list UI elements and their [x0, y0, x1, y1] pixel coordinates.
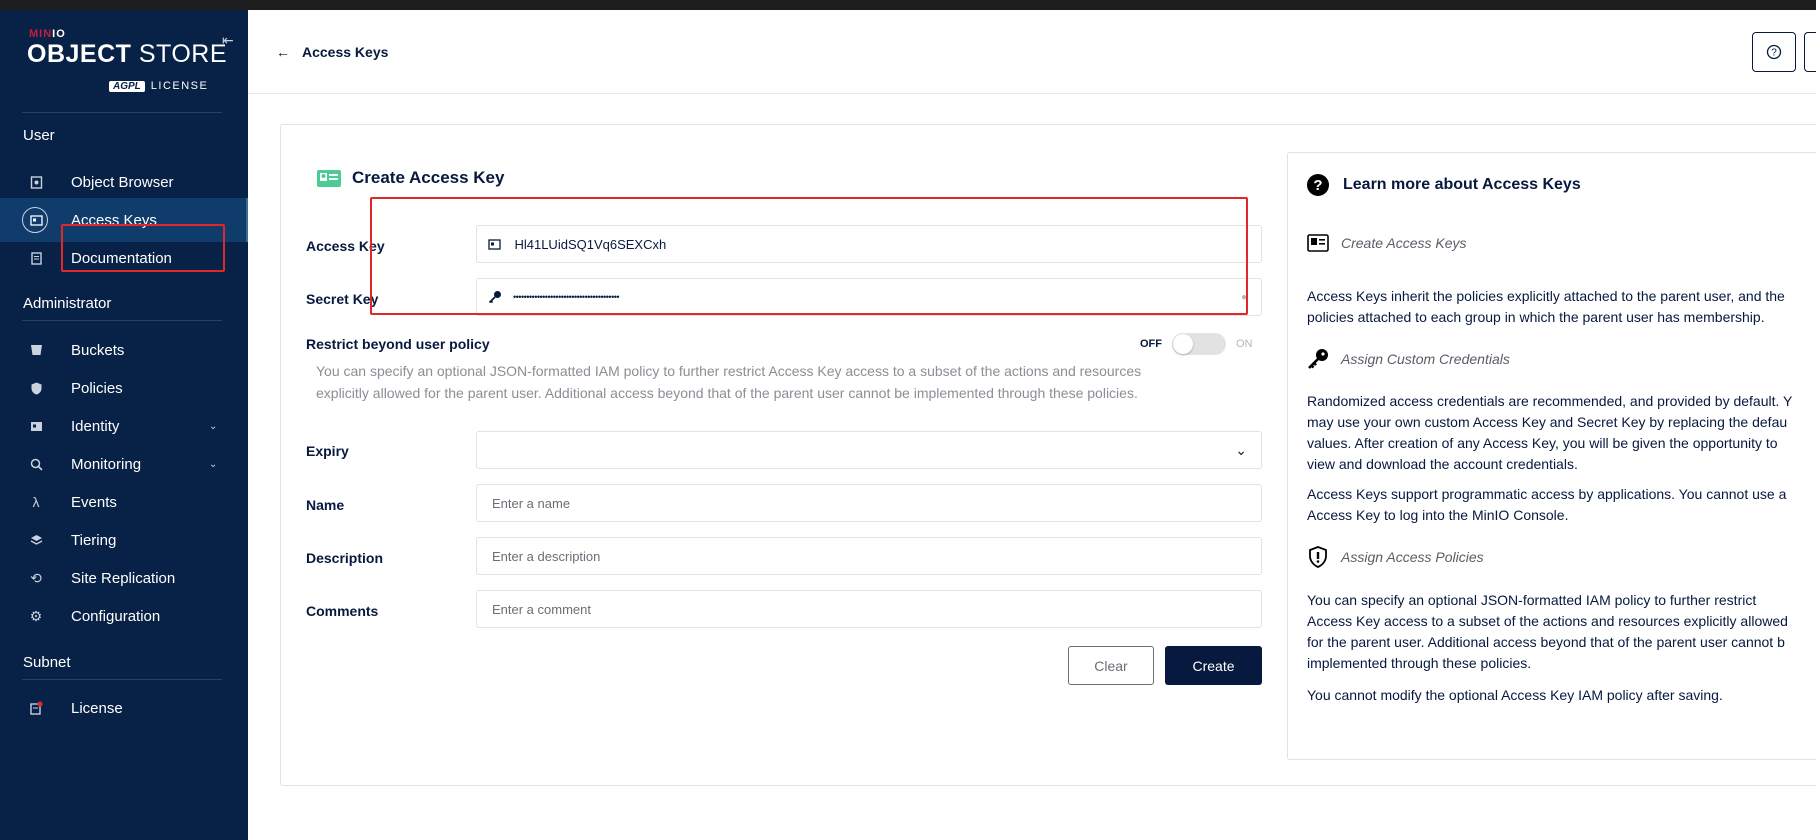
back-link[interactable]: ← Access Keys [276, 44, 388, 60]
key-icon [1307, 348, 1329, 370]
page-header: ← Access Keys ? [248, 10, 1816, 94]
expiry-label: Expiry [306, 443, 349, 459]
name-field[interactable] [476, 484, 1262, 522]
description-field[interactable] [476, 537, 1262, 575]
name-label: Name [306, 497, 345, 513]
sidebar: MINIO OBJECT STORE AGPL LICENSE ⇤ User Ob… [0, 10, 248, 840]
logo-product: OBJECT STORE [27, 40, 228, 68]
comments-field[interactable] [476, 590, 1262, 628]
site-replication-icon: ⟲ [30, 569, 42, 586]
help-paragraph: You cannot modify the optional Access Ke… [1307, 687, 1723, 703]
documentation-icon [27, 249, 45, 267]
object-browser-icon [27, 173, 45, 191]
access-key-card-icon [317, 170, 341, 187]
gear-icon: ⚙ [29, 607, 43, 624]
help-panel-title: ? Learn more about Access Keys [1307, 174, 1581, 196]
name-input[interactable] [477, 495, 1261, 511]
lambda-icon: λ [32, 494, 40, 510]
sidebar-item-configuration[interactable]: ⚙ Configuration [0, 594, 248, 638]
logo-brand: MINIO [29, 28, 66, 40]
shield-icon [1307, 546, 1329, 568]
sidebar-item-license[interactable]: License [0, 686, 248, 730]
chevron-down-icon[interactable]: ⌄ [1235, 442, 1247, 459]
help-sub-credentials: Assign Custom Credentials [1307, 348, 1510, 370]
access-keys-icon [27, 211, 45, 229]
policies-icon [27, 379, 45, 397]
help-paragraph: You can specify an optional JSON-formatt… [1307, 592, 1788, 671]
restrict-policy-toggle[interactable] [1172, 333, 1226, 355]
chevron-down-icon[interactable]: ⌄ [209, 459, 217, 470]
help-sub-create: Create Access Keys [1307, 234, 1467, 252]
help-paragraph: Access Keys inherit the policies explici… [1307, 288, 1785, 325]
access-key-card-icon [1307, 234, 1329, 252]
sidebar-divider [22, 320, 222, 321]
secret-key-label: Secret Key [306, 291, 379, 307]
monitoring-icon [27, 455, 45, 473]
help-paragraph: Randomized access credentials are recomm… [1307, 393, 1793, 472]
help-sub-policies: Assign Access Policies [1307, 546, 1484, 568]
license-icon [27, 699, 45, 717]
chevron-down-icon[interactable]: ⌄ [209, 421, 217, 432]
toggle-knob [1173, 334, 1193, 354]
arrow-left-icon: ← [276, 44, 290, 60]
agpl-badge: AGPL [109, 80, 145, 92]
tiering-icon [27, 531, 45, 549]
toggle-on-label: ON [1236, 338, 1253, 350]
section-administrator: Administrator [23, 295, 112, 312]
restrict-help-text: You can specify an optional JSON-formatt… [316, 363, 1142, 401]
highlight-box-nav [61, 224, 225, 272]
restrict-label: Restrict beyond user policy [306, 336, 490, 352]
description-input[interactable] [477, 548, 1261, 564]
collapse-sidebar-icon[interactable]: ⇤ [222, 32, 234, 49]
minio-logo[interactable]: MINIO OBJECT STORE AGPL LICENSE [27, 28, 227, 98]
window-top-strip [0, 0, 1816, 10]
section-user: User [23, 127, 55, 144]
svg-text:?: ? [1771, 48, 1777, 59]
expiry-select[interactable]: ⌄ [476, 431, 1262, 469]
clear-button[interactable]: Clear [1068, 646, 1154, 685]
highlight-box-keys [370, 197, 1248, 315]
sidebar-divider [22, 112, 222, 113]
identity-icon [27, 417, 45, 435]
toggle-off-label: OFF [1140, 338, 1162, 350]
section-subnet: Subnet [23, 654, 71, 671]
comments-input[interactable] [477, 601, 1261, 617]
description-label: Description [306, 550, 384, 566]
comments-label: Comments [306, 603, 379, 619]
question-circle-icon: ? [1307, 174, 1329, 196]
sidebar-divider [22, 679, 222, 680]
header-menu-button[interactable] [1804, 32, 1816, 72]
help-button[interactable]: ? [1752, 32, 1796, 72]
buckets-icon [27, 341, 45, 359]
create-button[interactable]: Create [1165, 646, 1262, 685]
help-paragraph: Access Keys support programmatic access … [1307, 486, 1787, 523]
logo-license: AGPL LICENSE [109, 80, 208, 92]
question-circle-icon: ? [1766, 44, 1782, 60]
form-title: Create Access Key [316, 168, 504, 188]
